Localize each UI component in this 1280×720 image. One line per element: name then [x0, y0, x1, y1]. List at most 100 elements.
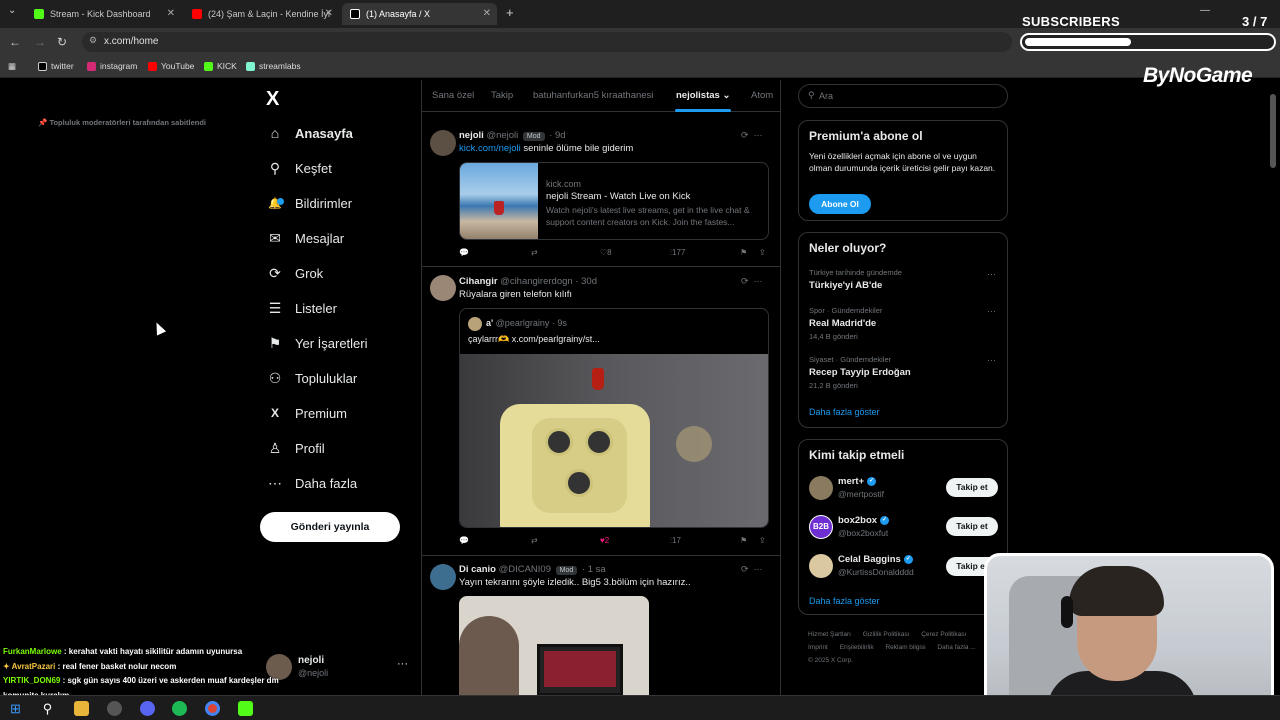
- show-more-link[interactable]: Daha fazla göster: [809, 407, 880, 417]
- avatar[interactable]: [809, 476, 833, 500]
- nav-profile[interactable]: ♙ Profil: [266, 436, 325, 460]
- retweet-icon[interactable]: ⇄: [531, 536, 538, 545]
- bookmark-twitter[interactable]: twitter: [38, 61, 74, 71]
- windows-start-icon[interactable]: ⊞: [8, 701, 23, 716]
- avatar[interactable]: [430, 275, 456, 301]
- app-icon[interactable]: [107, 701, 122, 716]
- file-explorer-icon[interactable]: [74, 701, 89, 716]
- tab-x-home[interactable]: (1) Anasayfa / X ✕: [342, 3, 497, 25]
- nav-lists[interactable]: ☰ Listeler: [266, 296, 337, 320]
- minimize-icon[interactable]: —: [1200, 5, 1210, 16]
- spotify-icon[interactable]: [172, 701, 187, 716]
- chrome-icon[interactable]: [205, 701, 220, 716]
- bookmark-icon[interactable]: ⚑: [740, 536, 747, 545]
- close-icon[interactable]: ✕: [483, 8, 491, 19]
- search-input[interactable]: ⚲ Ara: [798, 84, 1008, 108]
- avatar[interactable]: [430, 130, 456, 156]
- tab-youtube[interactable]: (24) Şam & Laçin - Kendine İyi ✕: [184, 3, 339, 25]
- footer-link[interactable]: Erişilebilirlik: [840, 644, 874, 651]
- subscribe-button[interactable]: Abone Ol: [809, 194, 871, 214]
- tab-kick-dashboard[interactable]: Stream - Kick Dashboard ✕: [26, 3, 181, 25]
- tab-list-icon[interactable]: ⌄: [8, 5, 16, 16]
- footer-link[interactable]: Reklam bilgisi: [885, 644, 925, 651]
- tweet-image[interactable]: [459, 596, 649, 695]
- footer-link[interactable]: Çerez Politikası: [921, 631, 966, 638]
- bookmark-youtube[interactable]: YouTube: [148, 61, 194, 71]
- url-input[interactable]: ⚙ x.com/home: [82, 32, 1012, 52]
- discord-icon[interactable]: [140, 701, 155, 716]
- reply-icon[interactable]: 💬: [459, 536, 469, 545]
- tweet[interactable]: nejoli @nejoli Mod · 9d ⟳ ··· kick.com/n…: [421, 127, 781, 267]
- nav-notifications[interactable]: 🔔 Bildirimler: [266, 191, 352, 215]
- site-info-icon[interactable]: ⚙: [89, 35, 97, 46]
- more-icon[interactable]: ···: [987, 355, 996, 365]
- like-button[interactable]: ♡ 8: [600, 248, 612, 257]
- tweet-link[interactable]: kick.com/nejoli: [459, 143, 521, 154]
- tweet-time[interactable]: 1 sa: [588, 564, 606, 575]
- show-more-link[interactable]: Daha fazla göster: [809, 596, 880, 606]
- nav-home[interactable]: ⌂ Anasayfa: [266, 121, 353, 145]
- tab-following[interactable]: Takip: [491, 90, 513, 101]
- new-tab-icon[interactable]: +: [506, 5, 514, 20]
- grok-icon[interactable]: ⟳: [741, 564, 749, 574]
- tab-atom[interactable]: Atom: [751, 90, 773, 101]
- avatar[interactable]: B2B: [809, 515, 833, 539]
- nav-more[interactable]: ⋯ Daha fazla: [266, 471, 357, 495]
- link-card[interactable]: kick.com nejoli Stream - Watch Live on K…: [459, 162, 769, 240]
- tweet[interactable]: Di canio @DICANI09 Mod · 1 sa ⟳ ··· Yayı…: [421, 556, 781, 695]
- footer-link[interactable]: Daha fazla ...: [937, 644, 975, 651]
- footer-link[interactable]: Hizmet Şartları: [808, 631, 851, 638]
- nav-bookmarks[interactable]: ⚑ Yer İşaretleri: [266, 331, 368, 355]
- author-name[interactable]: nejoli: [459, 130, 484, 141]
- tweet-time[interactable]: 30d: [581, 276, 597, 287]
- close-icon[interactable]: ✕: [325, 8, 333, 19]
- reply-icon[interactable]: 💬: [459, 248, 469, 257]
- views-button[interactable]: ⫶ 17: [670, 536, 681, 546]
- apps-icon[interactable]: ▦: [8, 61, 16, 72]
- close-icon[interactable]: ✕: [167, 8, 175, 19]
- nav-premium[interactable]: X Premium: [266, 401, 347, 425]
- like-button[interactable]: ♥ 2: [600, 536, 609, 545]
- more-icon[interactable]: ···: [754, 564, 763, 574]
- views-button[interactable]: ⫶ 177: [670, 248, 685, 258]
- bookmark-kick[interactable]: KICK: [204, 61, 237, 71]
- tweet-time[interactable]: 9d: [555, 130, 566, 141]
- more-icon[interactable]: ···: [397, 658, 408, 670]
- account-switcher[interactable]: nejoli @nejoli ···: [266, 654, 411, 680]
- share-icon[interactable]: ⇪: [759, 248, 766, 257]
- scrollbar-thumb[interactable]: [1270, 94, 1276, 168]
- tab-nejolistas[interactable]: nejolistas ⌄: [676, 90, 730, 101]
- bookmark-icon[interactable]: ⚑: [740, 248, 747, 257]
- tab-community[interactable]: batuhanfurkan5 kıraathanesi: [533, 90, 653, 101]
- back-icon[interactable]: ←: [9, 35, 21, 49]
- more-icon[interactable]: ···: [987, 269, 996, 279]
- bookmark-streamlabs[interactable]: streamlabs: [246, 61, 301, 71]
- forward-icon[interactable]: →: [34, 35, 46, 49]
- author-name[interactable]: Cihangir: [459, 276, 498, 287]
- bookmark-instagram[interactable]: instagram: [87, 61, 137, 71]
- nav-explore[interactable]: ⚲ Keşfet: [266, 156, 332, 180]
- quoted-tweet[interactable]: a' @pearlgrainy · 9s çaylarrr🫶 x.com/pea…: [459, 308, 769, 528]
- tweet[interactable]: Cihangir @cihangirerdogn · 30d ⟳ ··· Rüy…: [421, 267, 781, 556]
- author-name[interactable]: Di canio: [459, 564, 496, 575]
- x-logo-icon[interactable]: X: [266, 88, 279, 111]
- share-icon[interactable]: ⇪: [759, 536, 766, 545]
- follow-button[interactable]: Takip et: [946, 517, 998, 536]
- grok-icon[interactable]: ⟳: [741, 276, 749, 286]
- avatar[interactable]: [809, 554, 833, 578]
- tab-for-you[interactable]: Sana özel: [432, 90, 474, 101]
- more-icon[interactable]: ···: [987, 306, 996, 316]
- avatar[interactable]: [430, 564, 456, 590]
- search-icon[interactable]: ⚲: [40, 701, 55, 716]
- nav-messages[interactable]: ✉ Mesajlar: [266, 226, 344, 250]
- nav-communities[interactable]: ⚇ Topluluklar: [266, 366, 357, 390]
- kick-app-icon[interactable]: [238, 701, 253, 716]
- nav-grok[interactable]: ⟳ Grok: [266, 261, 323, 285]
- more-icon[interactable]: ···: [754, 130, 763, 140]
- grok-icon[interactable]: ⟳: [741, 130, 749, 140]
- more-icon[interactable]: ···: [754, 276, 763, 286]
- footer-link[interactable]: Gizlilik Politikası: [863, 631, 910, 638]
- follow-button[interactable]: Takip et: [946, 478, 998, 497]
- footer-link[interactable]: Imprint: [808, 644, 828, 651]
- retweet-icon[interactable]: ⇄: [531, 248, 538, 257]
